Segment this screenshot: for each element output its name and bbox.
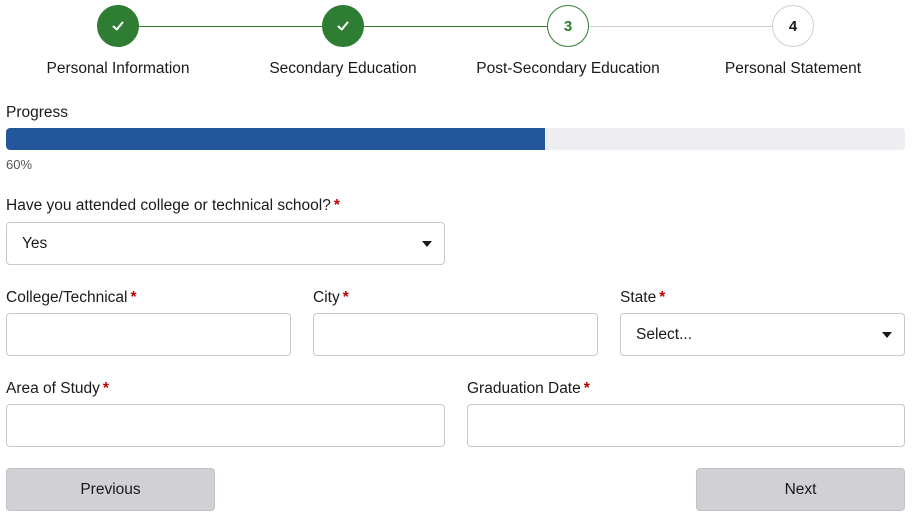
attended-question-label: Have you attended college or technical s… — [6, 197, 340, 215]
step-number: 3 — [547, 5, 589, 47]
caret-down-icon — [882, 332, 892, 338]
step-label: Post-Secondary Education — [476, 60, 660, 77]
graduation-date-label-text: Graduation Date — [467, 380, 581, 397]
required-marker: * — [342, 289, 349, 306]
step-label: Personal Statement — [724, 60, 862, 77]
area-of-study-label-text: Area of Study — [6, 380, 100, 397]
step-post-secondary-education[interactable]: 3 Post-Secondary Education — [458, 5, 678, 78]
step-number: 4 — [772, 5, 814, 47]
graduation-date-input[interactable] — [467, 404, 905, 447]
attended-select-value: Yes — [22, 234, 48, 252]
area-of-study-input[interactable] — [6, 404, 445, 447]
step-label: Personal Information — [46, 60, 190, 77]
required-marker: * — [130, 289, 137, 306]
step-circle — [97, 5, 139, 47]
required-marker: * — [333, 197, 340, 214]
graduation-date-label: Graduation Date * — [467, 380, 590, 398]
check-icon — [337, 21, 349, 31]
progress-bar — [6, 128, 905, 150]
attended-question-text: Have you attended college or technical s… — [6, 197, 331, 214]
city-label-text: City — [313, 289, 340, 306]
progress-bar-fill — [6, 128, 546, 150]
required-marker: * — [102, 380, 109, 397]
check-icon — [112, 21, 124, 31]
state-select-value: Select... — [636, 325, 692, 343]
college-label-text: College/Technical — [6, 289, 128, 306]
state-label-text: State — [620, 289, 657, 306]
college-label: College/Technical * — [6, 289, 137, 307]
step-personal-information[interactable]: Personal Information — [8, 5, 228, 78]
required-marker: * — [659, 289, 666, 306]
attended-select[interactable]: Yes — [6, 222, 445, 265]
college-input[interactable] — [6, 313, 291, 356]
step-personal-statement[interactable]: 4 Personal Statement — [683, 5, 903, 78]
state-select[interactable]: Select... — [620, 313, 905, 356]
step-label: Secondary Education — [269, 60, 417, 77]
area-of-study-label: Area of Study * — [6, 380, 109, 398]
application-form-page: Personal Information Secondary Education… — [0, 0, 912, 513]
city-input[interactable] — [313, 313, 598, 356]
city-label: City * — [313, 289, 349, 307]
progress-percent: 60% — [6, 157, 33, 172]
stepper: Personal Information Secondary Education… — [0, 0, 912, 90]
progress-label: Progress — [6, 104, 69, 121]
next-button[interactable]: Next — [696, 468, 905, 511]
step-secondary-education[interactable]: Secondary Education — [233, 5, 453, 78]
state-label: State * — [620, 289, 665, 307]
caret-down-icon — [422, 241, 432, 247]
step-circle — [322, 5, 364, 47]
previous-button[interactable]: Previous — [6, 468, 215, 511]
required-marker: * — [583, 380, 590, 397]
